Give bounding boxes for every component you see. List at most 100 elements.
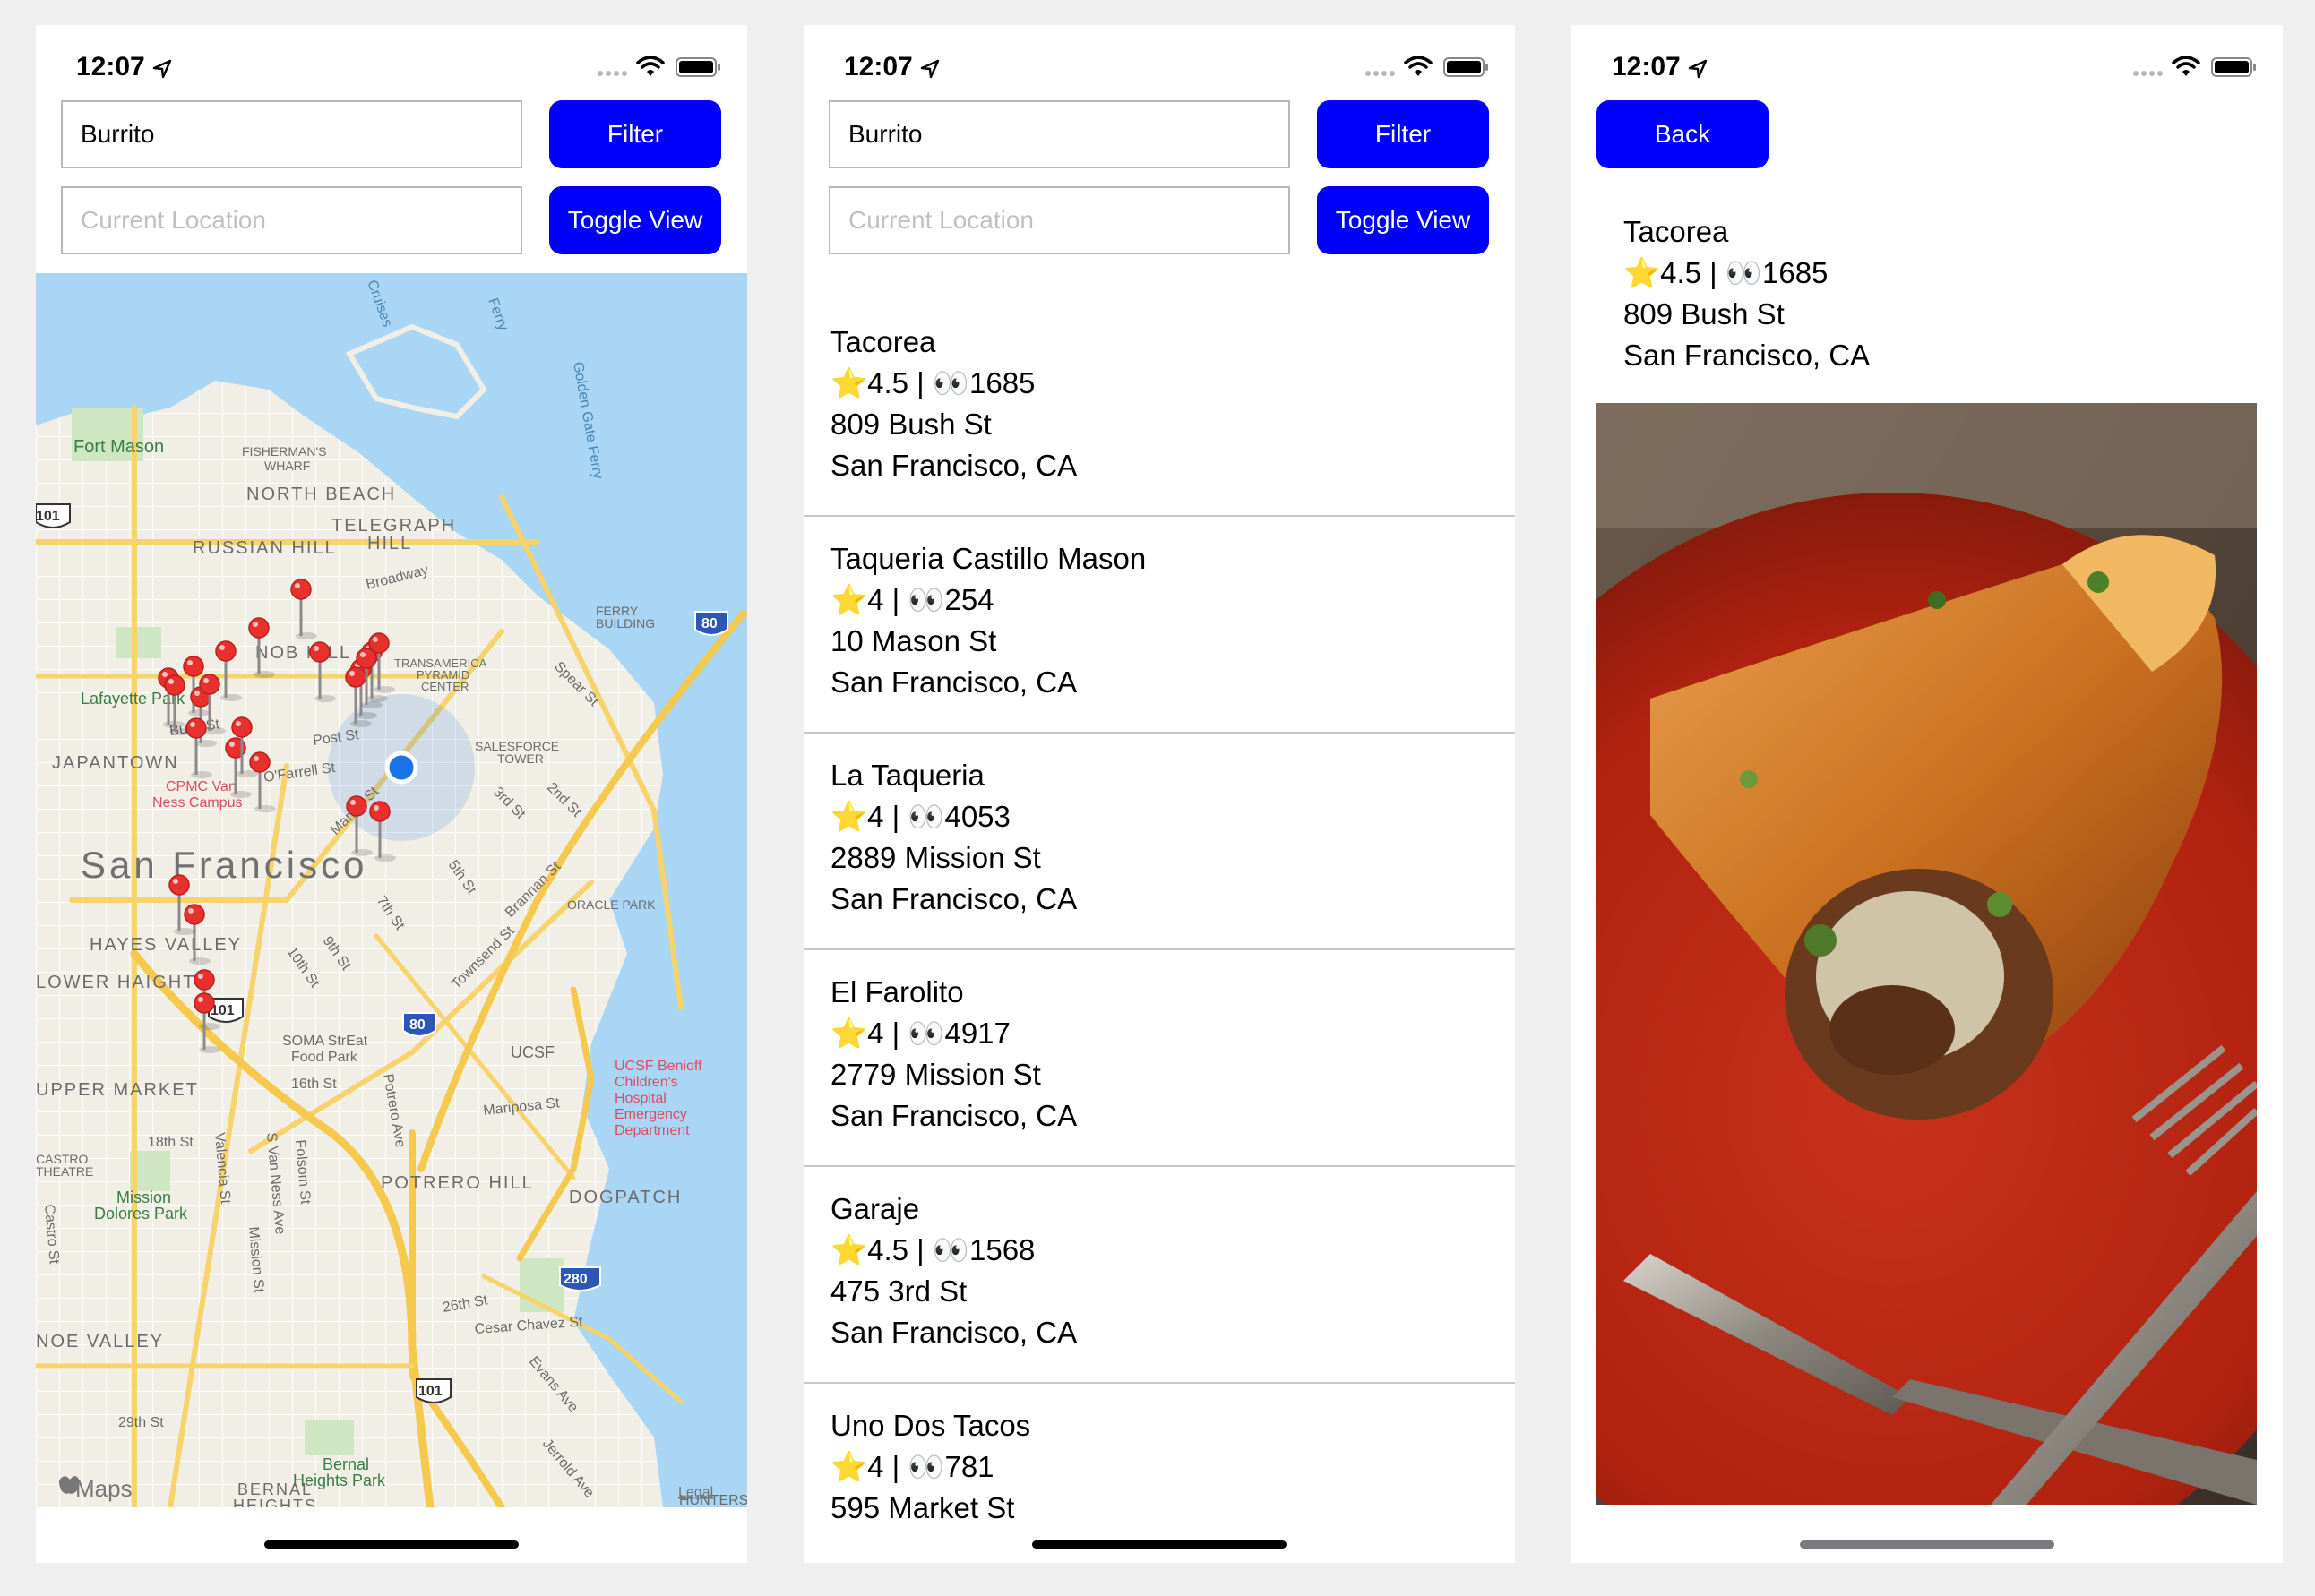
route-shield-101: 101 (36, 503, 71, 528)
pin-shadow (195, 740, 217, 747)
map-label: Bernal (323, 1455, 369, 1473)
pin-head (185, 717, 207, 739)
route-shield-101: 101 (416, 1378, 452, 1403)
results-list[interactable]: Tacorea ⭐4.5 | 👀1685 809 Bush St San Fra… (804, 300, 1515, 1563)
pin-highlight (229, 742, 235, 747)
route-number: 80 (409, 1017, 426, 1033)
eyes-icon: 👀 (908, 800, 945, 833)
user-location-icon (384, 751, 418, 785)
home-indicator (264, 1540, 519, 1549)
restaurant-photo (1596, 403, 2257, 1505)
list-item[interactable]: Taqueria Castillo Mason ⭐4 | 👀254 10 Mas… (804, 517, 1515, 734)
address: 809 Bush St (830, 408, 992, 441)
city: San Francisco, CA (830, 882, 1078, 915)
pin-highlight (373, 637, 378, 642)
map-label: NOE VALLEY (36, 1332, 164, 1351)
pin-head (290, 579, 312, 600)
search-input[interactable]: Burrito (829, 100, 1290, 168)
pin-shadow (356, 712, 377, 719)
battery-icon (676, 57, 720, 77)
route-number: 101 (418, 1384, 443, 1399)
map-label: UCSF Benioff (615, 1059, 702, 1074)
pin-shadow (254, 671, 275, 678)
list-item[interactable]: La Taqueria ⭐4 | 👀4053 2889 Mission St S… (804, 734, 1515, 950)
pin-head (248, 617, 270, 639)
map-label: Food Park (291, 1050, 358, 1065)
toggle-view-button[interactable]: Toggle View (549, 186, 721, 254)
review-count: 781 (944, 1450, 994, 1483)
filter-button[interactable]: Filter (1317, 100, 1489, 168)
list-item[interactable]: Uno Dos Tacos ⭐4 | 👀781 595 Market St (804, 1384, 1515, 1563)
map-view[interactable]: Fort Mason FISHERMAN'S WHARF NORTH BEACH… (36, 273, 747, 1507)
eyes-icon: 👀 (908, 1017, 945, 1050)
map-label: 18th St (148, 1135, 194, 1150)
map-park (305, 1420, 354, 1455)
cellular-signal-icon (598, 71, 627, 76)
review-count: 1568 (968, 1233, 1036, 1266)
map-label: HEIGHTS (233, 1497, 317, 1507)
map-label: Dolores Park (94, 1205, 188, 1223)
pin-shadow (188, 709, 210, 716)
home-indicator (1032, 1540, 1287, 1549)
restaurant-name: Uno Dos Tacos (830, 1409, 1031, 1442)
rating-value: 4.5 (867, 366, 908, 399)
city: San Francisco, CA (830, 449, 1078, 482)
pin-highlight (198, 974, 203, 979)
list-screen: 12:07 Burrito Filter Current Location To… (804, 25, 1515, 1563)
search-input[interactable]: Burrito (61, 100, 522, 168)
pin-shadow (366, 695, 388, 702)
pin-highlight (374, 805, 379, 811)
pin-shadow (230, 791, 252, 798)
pin-shadow (296, 632, 317, 639)
pin-highlight (360, 652, 366, 657)
map-label: POTRERO HILL (381, 1173, 534, 1193)
map-label: Children's (615, 1075, 678, 1090)
restaurant-name: La Taqueria (830, 759, 985, 792)
map-label: LOWER HAIGHT (36, 973, 195, 992)
pin-head (309, 641, 331, 663)
filter-button[interactable]: Filter (549, 100, 721, 168)
map-label: Hospital (615, 1091, 667, 1106)
map-label: Department (615, 1123, 690, 1138)
route-number: 101 (36, 509, 60, 524)
list-item[interactable]: Tacorea ⭐4.5 | 👀1685 809 Bush St San Fra… (804, 300, 1515, 517)
detail-screen: 12:07 Back Tacorea ⭐4.5 | 👀1685 809 Bush… (1571, 25, 2283, 1563)
pin-highlight (350, 800, 356, 805)
map-city-label: San Francisco (81, 844, 367, 886)
pin-highlight (314, 646, 319, 651)
star-icon: ⭐ (830, 1450, 868, 1483)
list-item[interactable]: El Farolito ⭐4 | 👀4917 2779 Mission St S… (804, 950, 1515, 1167)
status-time: 12:07 (76, 52, 145, 82)
back-button[interactable]: Back (1596, 100, 1769, 168)
list-item[interactable]: Garaje ⭐4.5 | 👀1568 475 3rd St San Franc… (804, 1167, 1515, 1384)
city: San Francisco, CA (830, 1099, 1078, 1132)
status-time: 12:07 (1612, 52, 1681, 82)
star-icon: ⭐ (1623, 256, 1661, 289)
status-time: 12:07 (844, 52, 913, 82)
legal-link[interactable]: Legal (678, 1485, 713, 1500)
map-label: BERNAL (237, 1480, 313, 1498)
map-label: CPMC Van (166, 779, 237, 794)
toggle-view-button[interactable]: Toggle View (1317, 186, 1489, 254)
rating-value: 4 (867, 583, 884, 616)
pin-shadow (350, 720, 372, 727)
location-input[interactable]: Current Location (61, 186, 522, 254)
pin-highlight (253, 622, 258, 627)
pin-highlight (254, 756, 259, 761)
cellular-signal-icon (2133, 71, 2163, 76)
address: 475 3rd St (830, 1274, 968, 1308)
map-screen: 12:07 Burrito Filter Current Location To… (36, 25, 747, 1563)
pin-shadow (199, 1046, 220, 1053)
wifi-icon (2172, 56, 2200, 76)
map-label: JAPANTOWN (52, 753, 179, 773)
pin-head (184, 904, 205, 925)
pin-shadow (374, 686, 395, 693)
pin-highlight (187, 660, 193, 665)
city: San Francisco, CA (1623, 339, 1871, 372)
route-number: 280 (564, 1272, 588, 1287)
star-icon: ⭐ (830, 1017, 868, 1050)
location-input[interactable]: Current Location (829, 186, 1290, 254)
map-label: Emergency (615, 1107, 687, 1122)
map-label: THEATRE (36, 1164, 93, 1179)
pin-highlight (194, 691, 200, 696)
